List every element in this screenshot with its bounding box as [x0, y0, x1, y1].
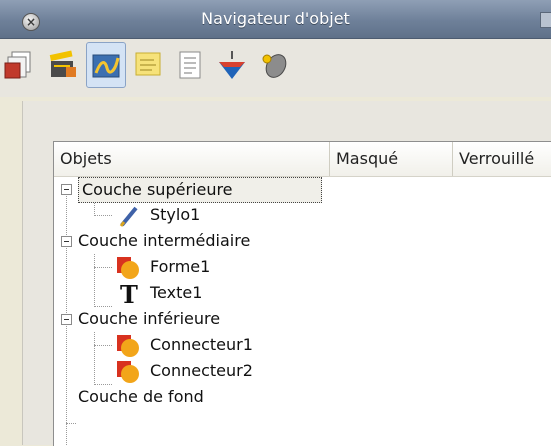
collapse-toggle[interactable] [61, 184, 72, 195]
object-list: Objets Masqué Verrouillé Couche supérieu… [53, 141, 551, 446]
object-panel: Objets Masqué Verrouillé Couche supérieu… [22, 101, 551, 446]
tree-item-label: Stylo1 [150, 205, 201, 224]
physics-tool-button[interactable] [212, 42, 252, 88]
collapse-toggle[interactable] [61, 236, 72, 247]
tree-item-label: Couche supérieure [78, 177, 322, 203]
toolbar [0, 39, 551, 97]
tree-row[interactable]: Couche inférieure [54, 307, 551, 333]
layers-icon [4, 51, 31, 79]
spinning-top-icon [219, 51, 245, 79]
column-objects[interactable]: Objets [54, 142, 329, 176]
shade-button[interactable] [540, 12, 551, 28]
window-title: Navigateur d'objet [201, 9, 350, 28]
tree-row[interactable]: Couche supérieure [54, 177, 551, 203]
sticky-note-icon [135, 52, 161, 76]
animation-tool-button[interactable] [44, 42, 84, 88]
tree-item-label: Connecteur1 [150, 335, 253, 354]
connector-icon [117, 361, 139, 383]
tree-item-label: Couche de fond [78, 387, 204, 406]
list-header: Objets Masqué Verrouillé [54, 142, 551, 177]
tree-item-label: Couche intermédiaire [78, 231, 251, 250]
document-icon [179, 51, 201, 79]
tree-row[interactable]: Couche intermédiaire [54, 229, 551, 255]
tree-item-label: Couche inférieure [78, 309, 221, 328]
mouse-icon [262, 54, 287, 78]
tree-row[interactable]: Stylo1 [54, 203, 551, 229]
tree-item-label: Texte1 [150, 283, 203, 302]
tree-row[interactable]: Forme1 [54, 255, 551, 281]
tree-row[interactable]: T Texte1 [54, 281, 551, 307]
drawing-icon [92, 54, 120, 78]
clapperboard-icon [49, 50, 76, 77]
tree-row[interactable]: Connecteur1 [54, 333, 551, 359]
svg-text:T: T [120, 282, 138, 306]
drawing-tool-button[interactable] [86, 42, 126, 88]
pen-icon [119, 206, 138, 227]
tree-item-label: Connecteur2 [150, 361, 253, 380]
column-locked[interactable]: Verrouillé [452, 142, 551, 176]
shape-icon [117, 257, 139, 279]
tree-row[interactable]: Couche de fond [54, 385, 551, 411]
input-tool-button[interactable] [254, 42, 294, 88]
text-icon: T [120, 282, 138, 306]
tree-item-label: Forme1 [150, 257, 211, 276]
connector-icon [117, 335, 139, 357]
object-tree: Couche supérieure Stylo1 Couche interméd… [54, 176, 551, 446]
tree-row[interactable]: Connecteur2 [54, 359, 551, 385]
layers-tool-button[interactable] [0, 42, 40, 88]
title-bar: × Navigateur d'objet [0, 0, 551, 39]
collapse-toggle[interactable] [61, 314, 72, 325]
document-tool-button[interactable] [170, 42, 210, 88]
notes-tool-button[interactable] [128, 42, 168, 88]
column-hidden[interactable]: Masqué [329, 142, 452, 176]
